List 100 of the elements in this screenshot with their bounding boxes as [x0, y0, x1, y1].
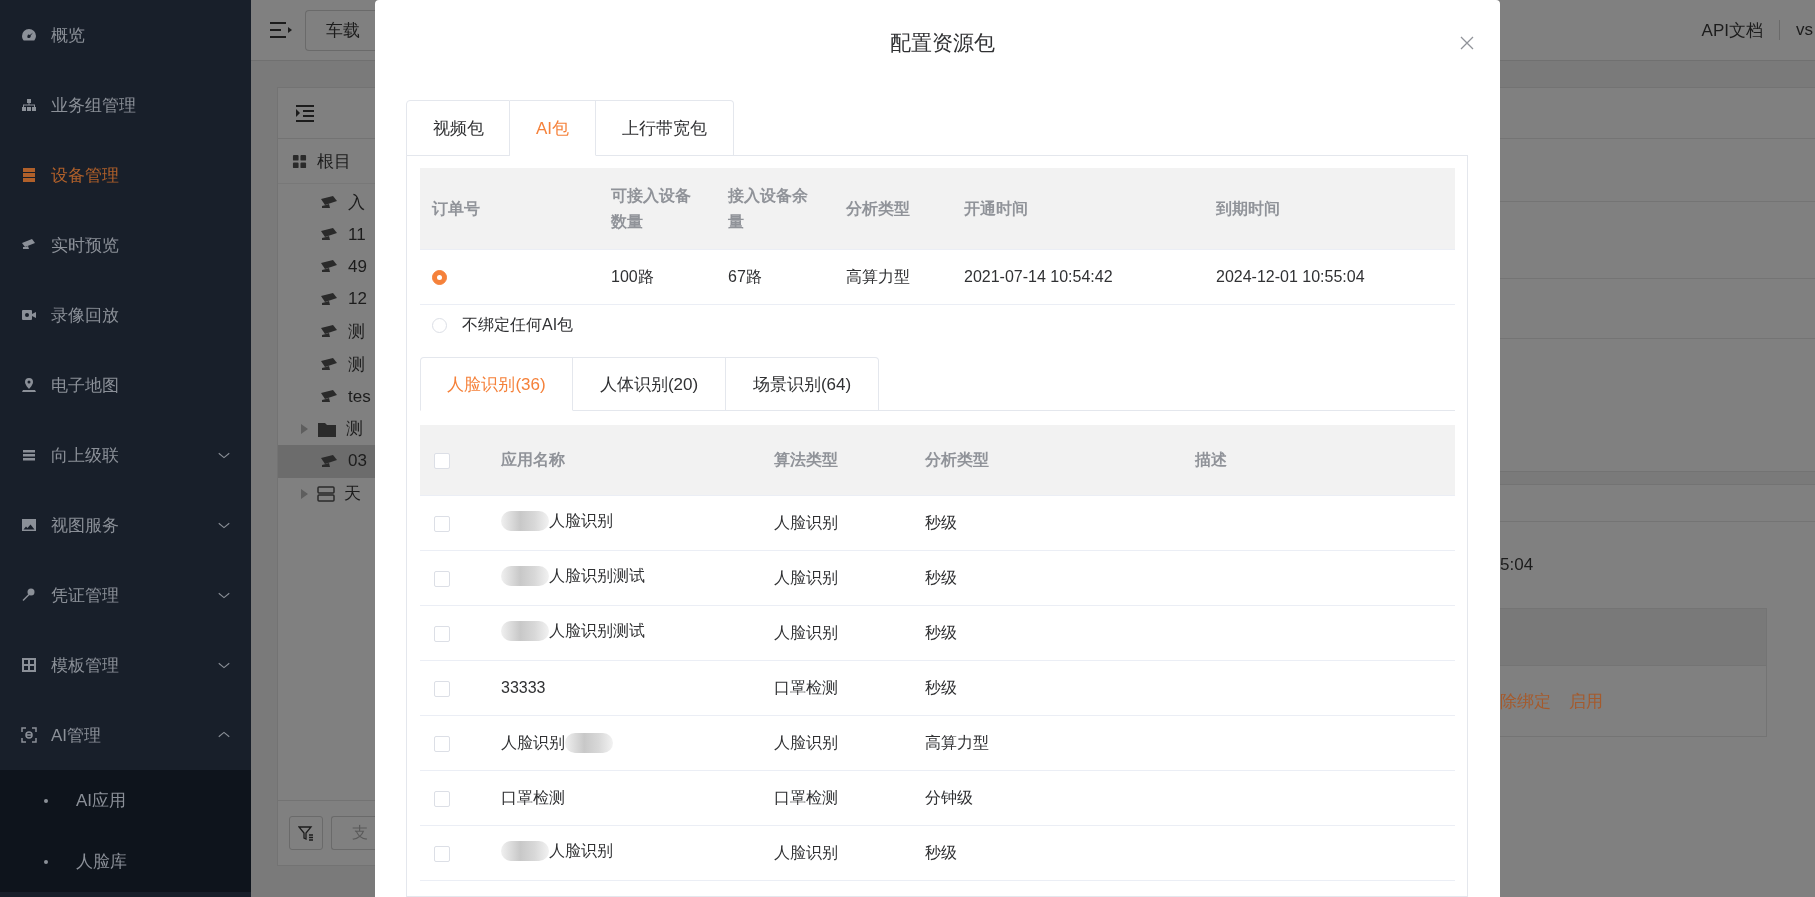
apps-icon	[292, 153, 307, 169]
dialog-title: 配置资源包	[889, 30, 995, 56]
tree-item[interactable]: 49	[278, 250, 375, 284]
camera-icon	[319, 194, 339, 210]
submenu-item[interactable]: 人脸库	[0, 831, 251, 892]
camera-icon	[319, 356, 339, 372]
camera-icon	[319, 389, 339, 405]
tab[interactable]: 上行带宽包	[596, 100, 734, 156]
server-icon	[317, 485, 335, 502]
sitemap-icon	[21, 97, 37, 113]
sidebar-item[interactable]: AI管理	[0, 700, 251, 770]
column-header: 到期时间	[1204, 168, 1455, 250]
image-icon	[21, 517, 37, 533]
tree-item[interactable]: tes	[278, 380, 375, 413]
sidebar-item[interactable]: 概览	[0, 0, 251, 70]
table-cell: 67路	[716, 249, 834, 305]
camera-icon	[319, 324, 339, 340]
dot-icon	[44, 859, 48, 864]
tree-item[interactable]: 测	[278, 412, 375, 446]
sidebar-item[interactable]: 实时预览	[0, 210, 251, 280]
expand-arrow-icon	[301, 488, 308, 499]
row-checkbox[interactable]	[434, 680, 450, 697]
table-cell-text: 人脸识别	[501, 732, 565, 753]
table-cell: 口罩检测	[774, 660, 925, 716]
table-cell-text: 人脸识别测试	[549, 620, 645, 641]
filter-button[interactable]	[289, 816, 323, 850]
table-cell: 秒级	[925, 495, 1195, 551]
expand-arrow-icon	[301, 423, 308, 434]
table-cell-text: 人脸识别	[549, 510, 613, 531]
indent-icon	[295, 103, 315, 123]
table-cell: 2021-07-14 10:54:42	[952, 249, 1204, 305]
tab[interactable]: 人体识别(20)	[573, 357, 726, 411]
radio-label[interactable]: 不绑定任何AI包	[462, 314, 574, 336]
table-cell: 口罩检测	[774, 770, 925, 826]
table-cell-text: 口罩检测	[501, 787, 565, 808]
folder-icon	[317, 420, 337, 437]
tab[interactable]: 场景识别(64)	[726, 357, 879, 411]
table-cell: 秒级	[925, 825, 1195, 881]
tab[interactable]: 人脸识别(36)	[420, 357, 573, 411]
sidebar-item[interactable]: 设备管理	[0, 140, 251, 210]
row-checkbox[interactable]	[434, 790, 450, 807]
tree-item[interactable]: 03	[278, 445, 375, 478]
map-pin-icon	[21, 377, 37, 393]
sidebar-item[interactable]: 视图服务	[0, 490, 251, 560]
list-icon	[21, 447, 37, 463]
blurred-text-mask	[565, 733, 613, 753]
sidebar-item[interactable]: 电子地图	[0, 350, 251, 420]
table-cell: 人脸识别	[774, 550, 925, 606]
time-text: 5:04	[1500, 555, 1534, 575]
radio-button[interactable]	[432, 270, 447, 286]
table-cell: 人脸识别	[774, 495, 925, 551]
select-all-checkbox[interactable]	[434, 452, 450, 469]
camera-icon	[319, 453, 339, 469]
row-checkbox[interactable]	[434, 845, 450, 862]
grid-icon	[21, 657, 37, 673]
video-camera-icon	[21, 307, 37, 323]
sidebar-item[interactable]: 业务组管理	[0, 70, 251, 140]
table-cell: 100路	[599, 249, 716, 305]
tree-root-label: 根目	[317, 150, 351, 173]
table-cell: 秒级	[925, 660, 1195, 716]
tab[interactable]: 视频包	[406, 100, 510, 156]
submenu-item[interactable]: AI应用	[0, 770, 251, 831]
camera-icon	[319, 291, 339, 307]
row-checkbox[interactable]	[434, 515, 450, 532]
table-cell: 人脸识别	[774, 605, 925, 661]
column-header: 算法类型	[774, 425, 925, 496]
column-header: 可接入设备数量	[599, 168, 716, 250]
table-cell: 2024-12-01 10:55:04	[1204, 249, 1455, 305]
tree-item[interactable]: 天	[278, 477, 375, 510]
sidebar-item[interactable]: 模板管理	[0, 630, 251, 700]
tree-item[interactable]: 12	[278, 283, 375, 316]
user-name[interactable]: vs	[1796, 20, 1813, 40]
blurred-text-mask	[501, 841, 549, 862]
tree-item[interactable]: 入	[278, 186, 375, 219]
gauge-icon	[21, 27, 37, 43]
row-checkbox[interactable]	[434, 570, 450, 587]
tab[interactable]: AI包	[510, 100, 596, 156]
server-icon	[21, 167, 37, 183]
sidebar-item[interactable]: 向上级联	[0, 420, 251, 490]
sidebar-item[interactable]: 录像回放	[0, 280, 251, 350]
table-cell: 秒级	[925, 605, 1195, 661]
sidebar-item[interactable]: 凭证管理	[0, 560, 251, 630]
table-cell: 分钟级	[925, 770, 1195, 826]
table-cell: 人脸识别	[774, 825, 925, 881]
blurred-text-mask	[501, 511, 549, 532]
camera-icon	[319, 259, 339, 275]
row-checkbox[interactable]	[434, 625, 450, 642]
api-docs-link[interactable]: API文档	[1701, 18, 1763, 42]
device-select-button[interactable]: 车载	[305, 9, 375, 51]
table-cell-text: 人脸识别测试	[549, 565, 645, 586]
camera-icon	[319, 227, 339, 243]
table-cell: 高算力型	[925, 715, 1195, 771]
table-cell: 高算力型	[834, 249, 952, 305]
column-header: 描述	[1195, 425, 1455, 496]
tree-item[interactable]: 11	[278, 218, 375, 251]
tree-item[interactable]: 测	[278, 347, 375, 381]
tree-item[interactable]: 测	[278, 315, 375, 348]
column-header: 接入设备余量	[716, 168, 834, 250]
scan-icon	[21, 727, 37, 743]
row-checkbox[interactable]	[434, 735, 450, 752]
